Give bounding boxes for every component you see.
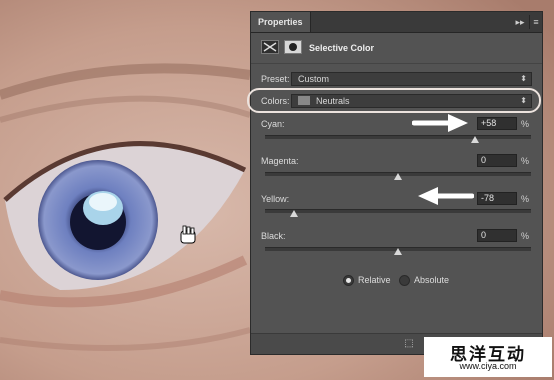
- preset-label: Preset:: [261, 74, 290, 84]
- properties-panel: Properties ▸▸ ≡ Selective Color Preset: …: [250, 11, 543, 355]
- clip-to-layer-icon[interactable]: ⬚: [403, 338, 415, 350]
- magenta-unit: %: [521, 156, 530, 166]
- cyan-label: Cyan:: [261, 119, 285, 129]
- arrow-right-icon: [412, 114, 468, 132]
- double-chevron-right-icon[interactable]: ▸▸: [513, 15, 527, 29]
- cyan-thumb[interactable]: [471, 136, 480, 143]
- magenta-value-field[interactable]: 0: [477, 154, 517, 167]
- absolute-radio[interactable]: [399, 275, 410, 286]
- adjustment-header: Selective Color: [251, 33, 542, 64]
- cyan-track[interactable]: [265, 135, 531, 139]
- arrow-left-icon: [418, 187, 474, 205]
- cyan-value-field[interactable]: +58: [477, 117, 517, 130]
- black-unit: %: [521, 231, 530, 241]
- preset-value: Custom: [298, 74, 330, 84]
- yellow-track[interactable]: [265, 209, 531, 213]
- panel-menu-icon[interactable]: ≡: [529, 15, 542, 29]
- tab-properties[interactable]: Properties: [251, 12, 311, 32]
- preset-dropdown[interactable]: Custom ⬍: [291, 72, 532, 86]
- relative-radio[interactable]: [343, 275, 354, 286]
- magenta-thumb[interactable]: [394, 173, 402, 180]
- yellow-unit: %: [521, 194, 530, 204]
- black-value-field[interactable]: 0: [477, 229, 517, 242]
- yellow-thumb[interactable]: [290, 210, 299, 217]
- watermark: 思洋互动 www.ciya.com: [424, 337, 552, 377]
- adjustment-layer-icon[interactable]: [261, 40, 279, 54]
- layer-mask-icon[interactable]: [284, 40, 302, 54]
- absolute-label: Absolute: [414, 275, 450, 285]
- yellow-label: Yellow:: [261, 194, 290, 204]
- cyan-unit: %: [521, 119, 530, 129]
- hand-cursor-icon: [180, 225, 196, 244]
- adjustment-title: Selective Color: [309, 43, 375, 53]
- panel-header: Properties ▸▸ ≡: [251, 12, 542, 33]
- colors-highlight-outline: [247, 88, 541, 113]
- black-label: Black:: [261, 231, 286, 241]
- watermark-url: www.ciya.com: [459, 361, 517, 371]
- magenta-label: Magenta:: [261, 156, 299, 166]
- relative-label: Relative: [358, 275, 391, 285]
- yellow-value-field[interactable]: -78: [477, 192, 517, 205]
- updown-arrows-icon: ⬍: [520, 74, 527, 83]
- black-thumb[interactable]: [394, 248, 402, 255]
